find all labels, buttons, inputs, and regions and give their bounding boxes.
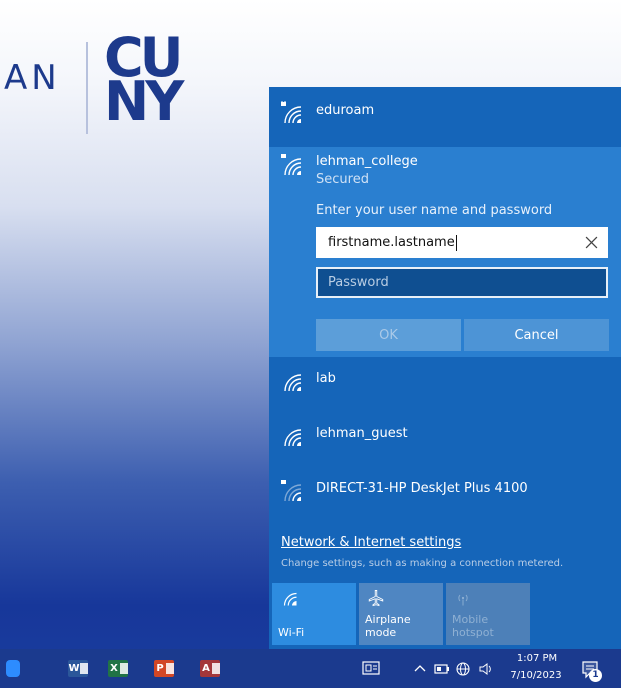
- mobile-hotspot-tile[interactable]: Mobile hotspot: [446, 583, 530, 645]
- network-name: eduroam: [316, 103, 375, 118]
- app-glyph: P: [156, 663, 164, 674]
- taskbar: W X P A 1:07 PM 7/10/2023 1: [0, 649, 621, 688]
- excel-app-icon[interactable]: X: [108, 660, 128, 677]
- airplane-mode-tile[interactable]: Airplane mode: [359, 583, 443, 645]
- hotspot-icon: [458, 594, 468, 606]
- wifi-secured-icon: [281, 154, 302, 176]
- tile-label: Airplane mode: [365, 613, 411, 639]
- wifi-toggle-tile[interactable]: Wi-Fi: [272, 583, 356, 645]
- network-item-eduroam[interactable]: eduroam: [269, 87, 621, 139]
- wallpaper-brand-text: AN: [4, 58, 61, 98]
- username-input[interactable]: firstname.lastname: [316, 227, 608, 258]
- network-name: lab: [316, 371, 336, 386]
- zoom-app-icon[interactable]: [6, 660, 20, 677]
- username-value: firstname.lastname: [328, 235, 455, 250]
- globe-network-icon[interactable]: [455, 661, 471, 677]
- wifi-icon: [284, 374, 302, 392]
- network-status: Secured: [316, 172, 369, 187]
- powerpoint-app-icon[interactable]: P: [154, 660, 174, 677]
- cuny-logo: CU NY: [104, 31, 196, 133]
- cuny-logo-line2: NY: [104, 70, 184, 133]
- wifi-icon: [283, 592, 297, 606]
- wifi-icon: [284, 429, 302, 447]
- network-name: lehman_guest: [316, 426, 408, 441]
- tile-label: Mobile hotspot: [452, 613, 494, 639]
- network-flyout: eduroam lehman_college Secured Enter you…: [269, 87, 621, 649]
- volume-icon[interactable]: [478, 661, 494, 677]
- clock-date[interactable]: 7/10/2023: [504, 670, 568, 681]
- network-item-lehman-guest[interactable]: lehman_guest: [269, 410, 621, 462]
- network-name: DIRECT-31-HP DeskJet Plus 4100: [316, 481, 528, 496]
- airplane-icon: [368, 590, 384, 607]
- network-item-lab[interactable]: lab: [269, 355, 621, 407]
- app-glyph: X: [110, 663, 118, 674]
- chevron-up-icon[interactable]: [412, 661, 428, 677]
- ok-button[interactable]: OK: [316, 319, 461, 351]
- cancel-button[interactable]: Cancel: [464, 319, 609, 351]
- app-glyph: W: [68, 663, 80, 674]
- network-item-lehman-college[interactable]: lehman_college Secured Enter your user n…: [269, 147, 621, 357]
- network-name: lehman_college: [316, 154, 418, 169]
- text-caret: [455, 234, 457, 251]
- password-input[interactable]: Password: [316, 267, 608, 298]
- wifi-secured-icon: [281, 101, 302, 124]
- notification-count-badge: 1: [589, 669, 602, 682]
- network-item-hp-deskjet[interactable]: DIRECT-31-HP DeskJet Plus 4100: [269, 465, 621, 517]
- network-settings-description: Change settings, such as making a connec…: [281, 558, 564, 569]
- tile-label: Wi-Fi: [278, 626, 305, 639]
- battery-icon[interactable]: [434, 661, 450, 677]
- password-placeholder: Password: [328, 275, 389, 290]
- wallpaper-divider: [86, 42, 88, 134]
- network-settings-link[interactable]: Network & Internet settings: [281, 535, 461, 550]
- clear-icon[interactable]: [585, 236, 598, 249]
- clock-time[interactable]: 1:07 PM: [512, 653, 562, 664]
- credentials-prompt: Enter your user name and password: [316, 203, 553, 218]
- task-view-icon[interactable]: [362, 659, 380, 677]
- app-glyph: A: [202, 663, 210, 674]
- access-app-icon[interactable]: A: [200, 660, 220, 677]
- word-app-icon[interactable]: W: [68, 660, 88, 677]
- wifi-secured-icon: [281, 480, 302, 502]
